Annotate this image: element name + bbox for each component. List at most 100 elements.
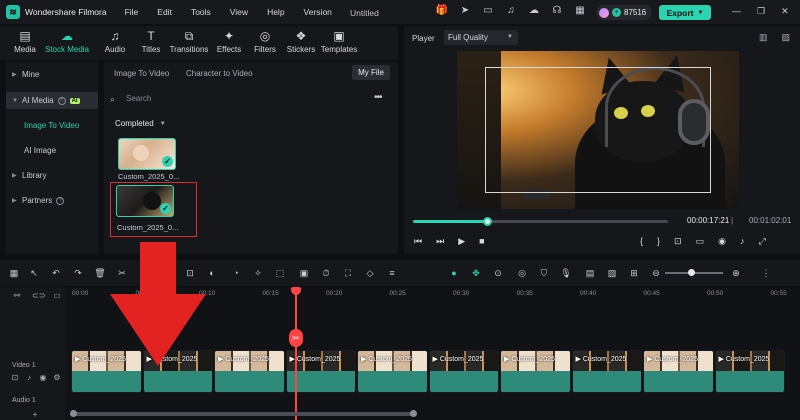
help-icon[interactable]: ? (57, 96, 66, 105)
zoom-handle[interactable] (688, 269, 696, 276)
keyframe-icon[interactable]: ◇ (364, 267, 376, 279)
step-back-icon[interactable]: ⏮ (414, 236, 422, 247)
volume-icon[interactable]: ♪ (740, 236, 745, 247)
tab-character-to-video[interactable]: Character to Video (186, 69, 253, 78)
track-settings-icon[interactable]: ⚙ (52, 373, 62, 383)
layout-icon[interactable]: ▭ (481, 4, 495, 18)
microphone-icon[interactable]: 🎙 (560, 267, 572, 279)
scrubber-handle[interactable] (482, 217, 492, 226)
timer-icon[interactable]: ⏱ (320, 267, 332, 279)
quality-select[interactable]: Full Quality ▼ (444, 30, 518, 45)
link-icon[interactable]: ⚯ (12, 291, 22, 301)
cloud-upload-icon[interactable]: ☁ (527, 4, 541, 18)
timeline-clip[interactable]: ▶ Custom_2025 (643, 350, 714, 393)
timeline-clip[interactable]: ▶ Custom_2025 (571, 350, 642, 393)
media-thumbnail[interactable]: ✓ (116, 185, 174, 217)
tab-stickers[interactable]: ❖ Stickers (286, 26, 316, 60)
sidebar-item-partners[interactable]: ▶ Partners ? (6, 192, 98, 209)
camera-icon[interactable]: ◉ (718, 236, 726, 247)
speech-icon[interactable]: ◎ (516, 267, 528, 279)
fit-icon[interactable]: ⊡ (674, 236, 682, 247)
help-icon[interactable]: ? (56, 196, 65, 205)
support-icon[interactable]: ☊ (550, 4, 564, 18)
my-file-button[interactable]: My File (352, 65, 390, 80)
zoom-out-icon[interactable]: ⊖ (650, 267, 662, 279)
scrollbar-handle[interactable] (410, 410, 417, 417)
tab-media[interactable]: ▤ Media (10, 26, 40, 60)
render-icon[interactable]: ● (448, 267, 460, 279)
transform-icon[interactable]: ⬚ (274, 267, 286, 279)
search-input[interactable] (126, 94, 326, 103)
mute-icon[interactable]: ♪ (24, 373, 34, 383)
completed-filter[interactable]: Completed ▼ (115, 119, 166, 129)
menu-file[interactable]: File (125, 7, 139, 17)
lock-icon[interactable]: ⊡ (10, 373, 20, 383)
export-button[interactable]: Export ▼ (659, 5, 711, 20)
grid-icon[interactable]: ▦ (573, 4, 587, 18)
motion-icon[interactable]: ⛶ (342, 267, 354, 279)
track-toggle-icon[interactable]: ⊂⊃ (32, 291, 45, 301)
visibility-icon[interactable]: ◉ (38, 373, 48, 383)
playhead[interactable] (295, 287, 297, 420)
monitor-icon[interactable]: ▭ (696, 236, 705, 247)
menu-view[interactable]: View (230, 7, 248, 17)
step-forward-icon[interactable]: ⏭ (436, 236, 444, 247)
tab-stock-media[interactable]: ☁ Stock Media (45, 26, 89, 60)
effects-icon[interactable]: ✧ (252, 267, 264, 279)
add-audio-icon[interactable]: + (30, 410, 40, 420)
multicam-icon[interactable]: ⊞ (628, 267, 640, 279)
send-icon[interactable]: ➤ (458, 4, 472, 18)
timeline-clip[interactable]: ▶ Custom_2025 (357, 350, 428, 393)
image-icon[interactable]: ▨ (606, 267, 618, 279)
timeline-clip[interactable]: ▶ Custom_2025 (428, 350, 499, 393)
tab-templates[interactable]: ▣ Templates (321, 26, 357, 60)
minimize-icon[interactable]: — (732, 6, 741, 17)
sidebar-item-ai-media[interactable]: ▼ AI Media ? AI (6, 92, 98, 109)
delete-icon[interactable]: 🗑 (94, 267, 106, 279)
select-tool-icon[interactable]: ↖ (28, 267, 40, 279)
shield-icon[interactable]: ⛉ (538, 267, 550, 279)
menu-edit[interactable]: Edit (157, 7, 172, 17)
menu-version[interactable]: Version (304, 7, 332, 17)
horizontal-scrollbar[interactable] (70, 412, 416, 416)
tab-filters[interactable]: ◎ Filters (250, 26, 280, 60)
redo-icon[interactable]: ↷ (72, 267, 84, 279)
close-icon[interactable]: ✕ (781, 6, 789, 17)
tab-transitions[interactable]: ⧉ Transitions (170, 26, 209, 60)
video-preview[interactable] (457, 51, 739, 209)
timeline-clip[interactable]: ▶ Custom_2025 (714, 350, 785, 393)
tab-image-to-video[interactable]: Image To Video (114, 69, 169, 78)
sidebar-item-mine[interactable]: ▶ Mine (6, 66, 98, 83)
restore-icon[interactable]: ❐ (757, 6, 765, 17)
compare-icon[interactable]: ▥ (759, 32, 768, 43)
adjust-icon[interactable]: ≡ (386, 267, 398, 279)
zoom-in-icon[interactable]: ⊕ (730, 267, 742, 279)
sidebar-item-ai-image[interactable]: AI Image (24, 146, 56, 155)
credits-badge[interactable]: + 87516 (596, 5, 652, 20)
more-icon[interactable]: ⋮ (760, 267, 772, 279)
timeline-clip[interactable]: ▶ Custom_2025 (500, 350, 571, 393)
scrollbar-handle[interactable] (70, 410, 77, 417)
stop-icon[interactable]: ■ (479, 236, 484, 247)
mark-in-icon[interactable]: { (640, 236, 643, 247)
sidebar-item-library[interactable]: ▶ Library (6, 167, 98, 184)
speed-icon[interactable]: ◔ (230, 267, 242, 279)
sidebar-item-image-to-video[interactable]: Image To Video (24, 121, 79, 130)
auto-reframe-icon[interactable]: ⊙ (492, 267, 504, 279)
tab-audio[interactable]: ♫ Audio (100, 26, 130, 60)
playback-scrubber[interactable] (413, 217, 668, 226)
fullscreen-icon[interactable]: ⤢ (758, 236, 765, 247)
mark-out-icon[interactable]: } (657, 236, 660, 247)
tab-titles[interactable]: T Titles (136, 26, 166, 60)
split-scissor-icon[interactable]: ✂ (289, 329, 303, 347)
layout-grid-icon[interactable]: ▦ (8, 267, 20, 279)
timeline-clip[interactable]: ▶ Custom_2025 (214, 350, 285, 393)
add-track-icon[interactable]: ▭ (52, 291, 62, 301)
play-icon[interactable]: ▶ (458, 236, 465, 247)
color-icon[interactable]: ◐ (206, 267, 218, 279)
menu-help[interactable]: Help (267, 7, 284, 17)
undo-icon[interactable]: ↶ (50, 267, 62, 279)
ai-tools-icon[interactable]: ▣ (298, 267, 310, 279)
snapshot-view-icon[interactable]: ▨ (781, 32, 790, 43)
more-options-icon[interactable]: ••• (374, 92, 382, 103)
